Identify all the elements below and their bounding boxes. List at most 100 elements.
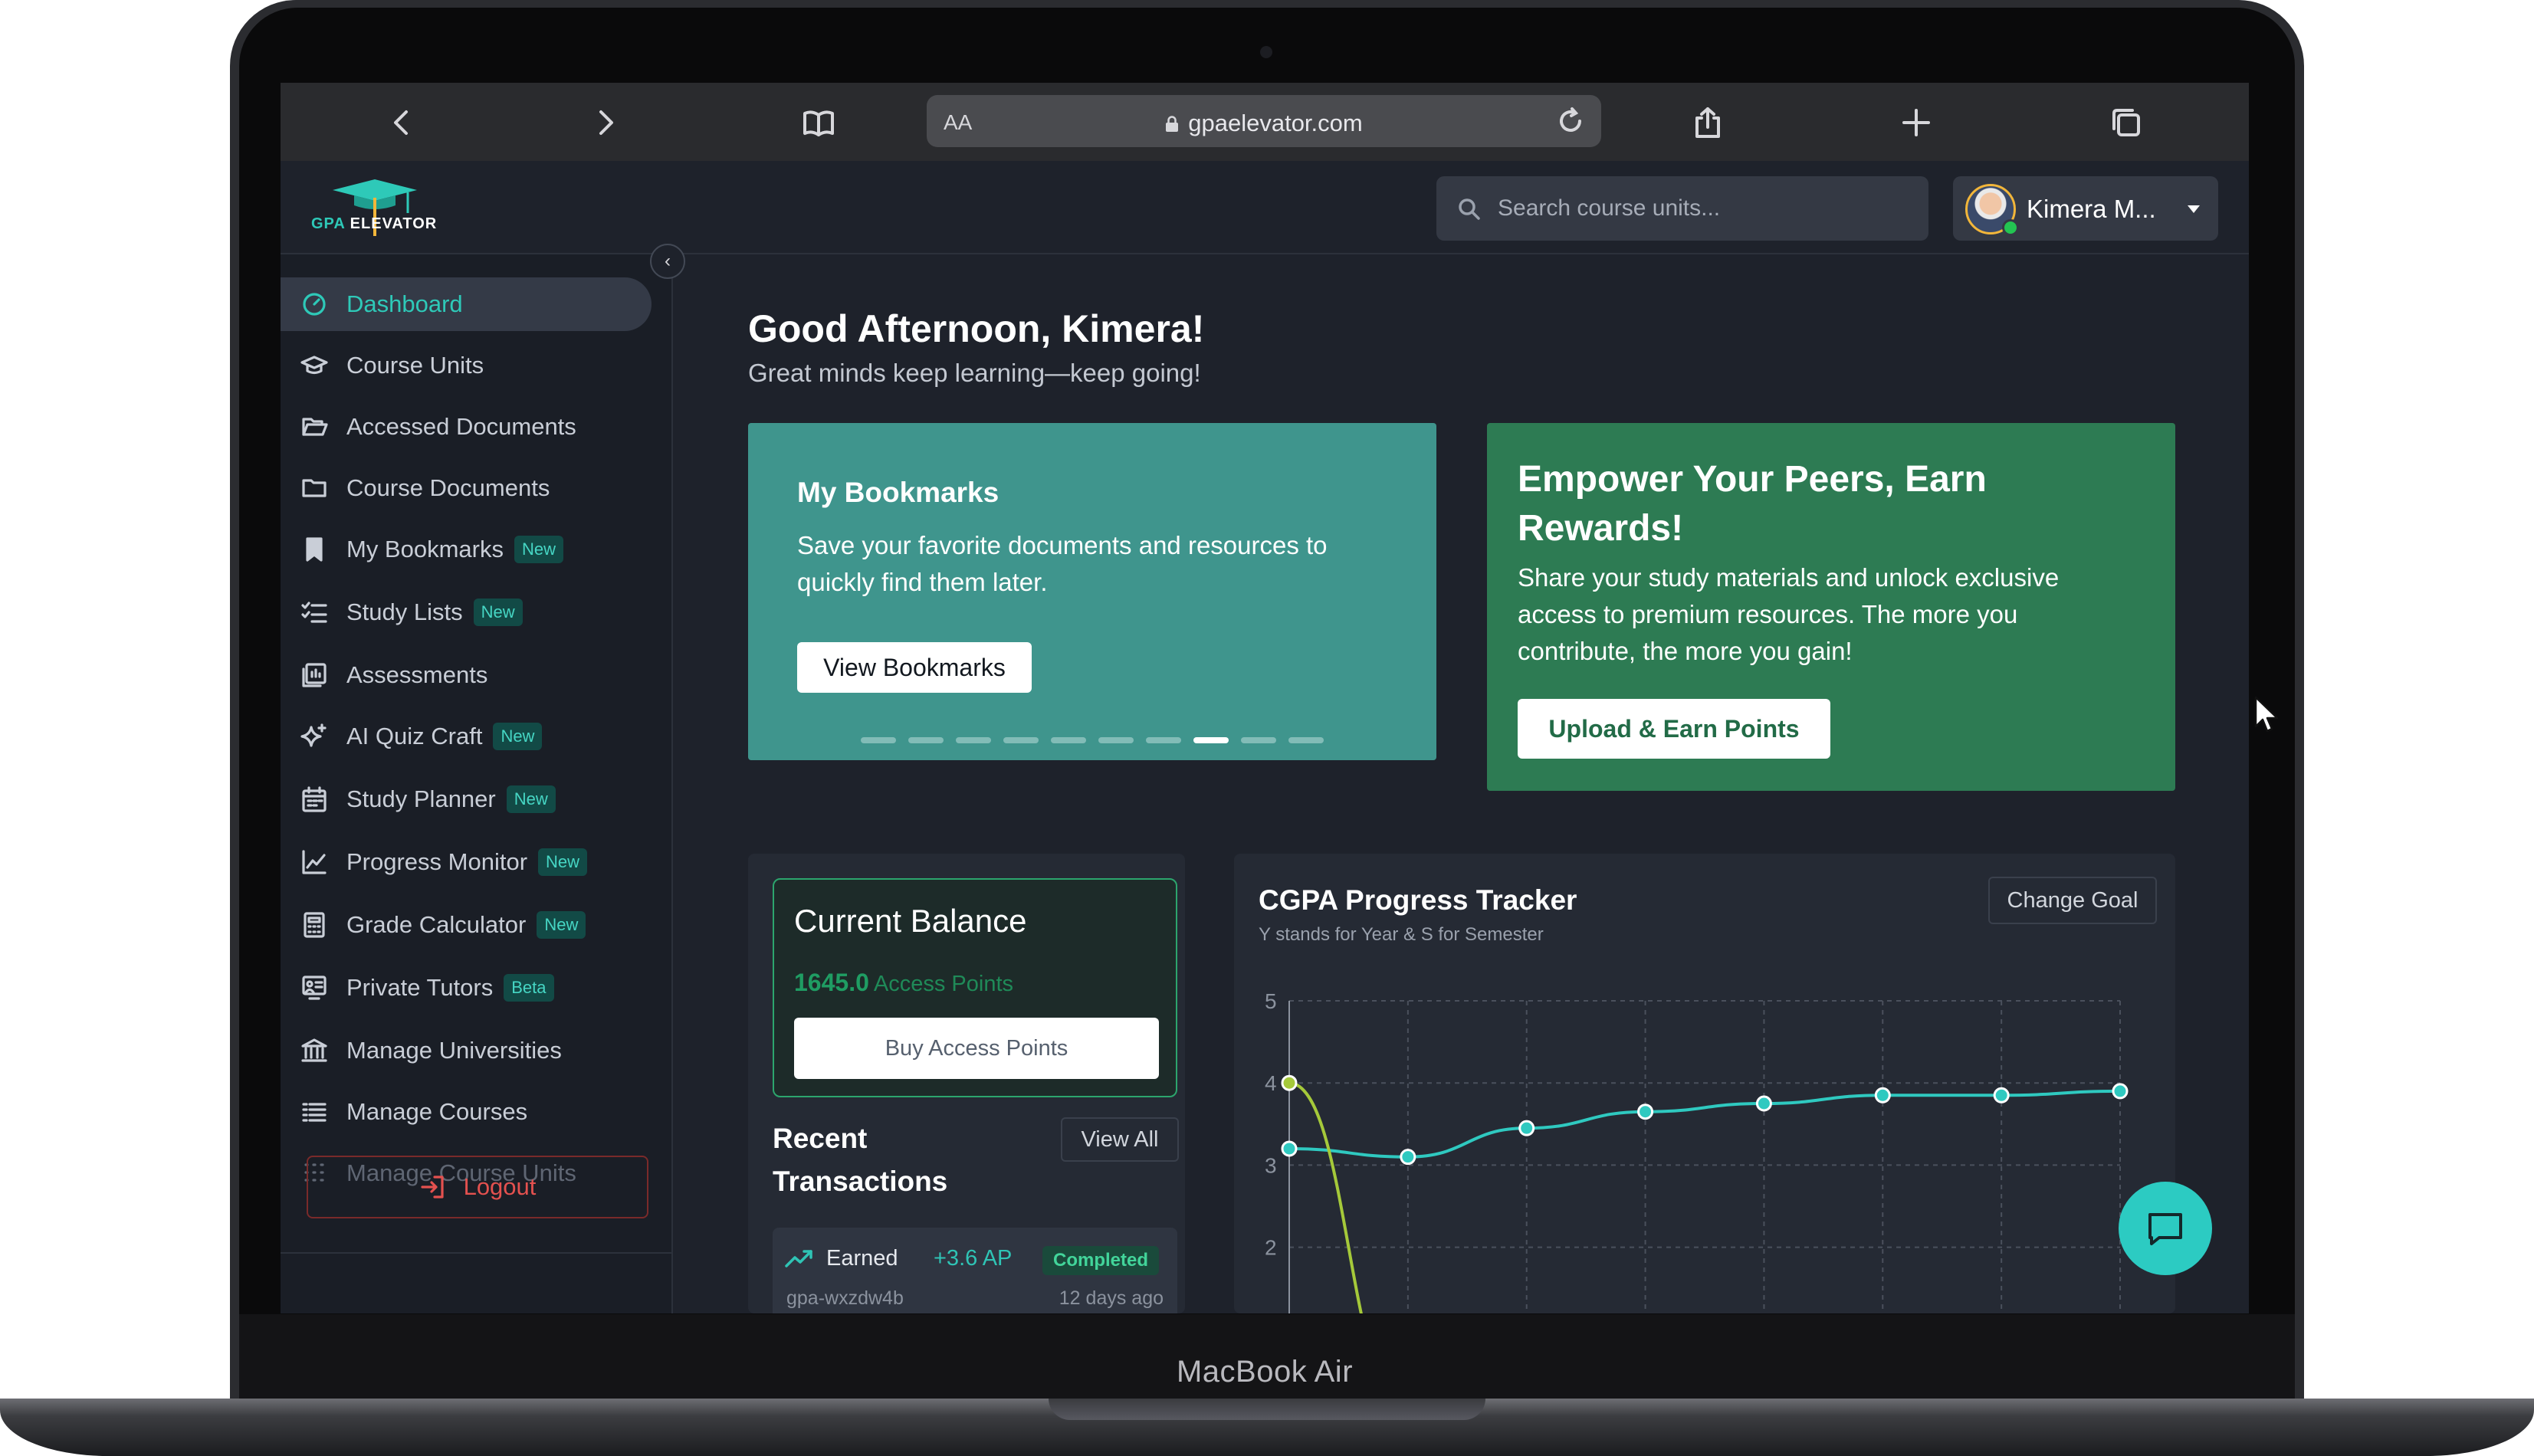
data-point [1281, 1140, 1298, 1157]
carousel-dot[interactable] [1051, 737, 1086, 743]
reload-icon [1560, 107, 1581, 132]
carousel-dot[interactable] [908, 737, 944, 743]
sidebar-item-manage-courses[interactable]: Manage Courses [281, 1085, 652, 1139]
url-text: gpaelevator.com [1188, 110, 1363, 136]
current-balance-card: Current Balance 1645.0 Access Points Buy … [773, 878, 1177, 1097]
tabs-icon [2112, 109, 2140, 136]
transaction-amount: +3.6 AP [934, 1246, 1013, 1271]
transaction-type: Earned [826, 1246, 898, 1271]
plus-icon [1902, 109, 1930, 136]
sidebar-item-ai-quiz-craft[interactable]: AI Quiz Craft New [281, 710, 652, 763]
device-label: MacBook Air [1176, 1355, 1354, 1389]
sparkles-icon [300, 723, 328, 750]
balance-unit: Access Points [873, 972, 1014, 996]
logout-button[interactable]: Logout [307, 1156, 648, 1218]
checklist-icon [300, 598, 328, 626]
view-all-transactions-button[interactable]: View All [1061, 1117, 1179, 1162]
logo-wordmark[interactable]: GPA ELEVATOR [311, 215, 437, 233]
carousel-dot[interactable] [1146, 737, 1181, 743]
caret-down-icon [2188, 205, 2200, 213]
carousel-dot[interactable] [861, 737, 896, 743]
sidebar-item-label: Manage Universities [346, 1037, 562, 1064]
camera [1260, 46, 1272, 58]
user-menu-button[interactable]: Kimera M... [1953, 176, 2218, 241]
chevron-left-icon [394, 110, 408, 135]
search-icon [1459, 198, 1480, 220]
reload-button[interactable] [1555, 106, 1586, 136]
share-icon [1695, 107, 1720, 138]
back-button[interactable] [379, 100, 425, 146]
sidebar-item-label: My Bookmarks [346, 536, 504, 562]
sidebar-item-course-documents[interactable]: Course Documents [281, 461, 652, 515]
search-input[interactable] [1498, 176, 1912, 241]
sidebar-item-grade-calculator[interactable]: Grade Calculator New [281, 898, 652, 952]
assessment-icon [300, 661, 328, 689]
new-badge: New [538, 848, 588, 876]
cgpa-progress-panel: 12345 CGPA Progress Tracker Y stands for… [1234, 854, 2175, 1313]
carousel-indicators [748, 737, 1436, 743]
sidebar-item-manage-universities[interactable]: Manage Universities [281, 1024, 652, 1077]
transaction-item[interactable]: Earned +3.6 AP Completed gpa-wxzdw4b 12 … [773, 1228, 1177, 1313]
sidebar-item-label: Study Lists [346, 598, 463, 625]
collapse-sidebar-button[interactable]: ‹ [650, 244, 685, 279]
new-badge: New [514, 536, 563, 563]
tabs-button[interactable] [2103, 100, 2149, 146]
chevron-left-icon: ‹ [665, 251, 671, 271]
graduation-cap-icon [300, 352, 328, 379]
bookmarks-card-title: My Bookmarks [797, 477, 999, 508]
sidebar-item-label: Dashboard [346, 290, 463, 317]
new-badge: New [473, 598, 523, 626]
balance-title: Current Balance [794, 903, 1027, 939]
calendar-icon [300, 785, 328, 813]
url-display: gpaelevator.com [927, 110, 1601, 137]
sidebar-item-assessments[interactable]: Assessments [281, 648, 652, 702]
forward-button[interactable] [583, 100, 629, 146]
buy-access-points-button[interactable]: Buy Access Points [794, 1018, 1159, 1079]
sidebar-item-dashboard[interactable]: Dashboard [281, 277, 652, 331]
sidebar-item-course-units[interactable]: Course Units [281, 339, 652, 392]
sidebar-item-private-tutors[interactable]: Private Tutors Beta [281, 961, 652, 1015]
chat-icon [2148, 1213, 2182, 1245]
user-name: Kimera M... [2027, 195, 2156, 223]
sidebar-item-label: Private Tutors [346, 974, 494, 1001]
sidebar-item-label: Assessments [346, 661, 488, 688]
view-bookmarks-button[interactable]: View Bookmarks [797, 642, 1032, 693]
folder-icon [300, 474, 328, 502]
series-line [1288, 1089, 2121, 1159]
upload-earn-points-button[interactable]: Upload & Earn Points [1518, 699, 1830, 759]
sidebar-item-study-lists[interactable]: Study Lists New [281, 585, 652, 639]
carousel-dot[interactable] [956, 737, 991, 743]
screen: AA gpaelevator.com GPA ELEVATOR Search c… [281, 83, 2249, 1313]
chevron-right-icon [599, 110, 613, 135]
share-button[interactable] [1685, 100, 1731, 146]
change-goal-button[interactable]: Change Goal [1988, 877, 2157, 924]
sidebar-item-study-planner[interactable]: Study Planner New [281, 772, 652, 826]
sidebar-item-progress-monitor[interactable]: Progress Monitor New [281, 835, 652, 889]
logout-icon [420, 1176, 444, 1199]
carousel-dot[interactable] [1193, 737, 1229, 743]
calculator-icon [300, 911, 328, 939]
bookmarks-card-text: Save your favorite documents and resourc… [797, 531, 1328, 596]
sidebar-item-label: Accessed Documents [346, 413, 576, 440]
sidebar-item-accessed-documents[interactable]: Accessed Documents [281, 400, 652, 454]
y-tick-label: 4 [1265, 1071, 1277, 1095]
address-bar[interactable]: AA gpaelevator.com [927, 95, 1601, 147]
chat-button[interactable] [2119, 1182, 2212, 1275]
list-icon [300, 1098, 328, 1126]
trending-up-icon [785, 1250, 812, 1267]
sidebar-item-label: Progress Monitor [346, 848, 528, 875]
cgpa-title: CGPA Progress Tracker [1259, 884, 1577, 916]
sidebar-item-my-bookmarks[interactable]: My Bookmarks New [281, 523, 652, 576]
logout-label: Logout [463, 1173, 537, 1200]
sidebar-item-label: Course Documents [346, 474, 550, 501]
transaction-id: gpa-wxzdw4b [786, 1287, 904, 1309]
carousel-dot[interactable] [1288, 737, 1324, 743]
balance-value: 1645.0 [794, 969, 869, 996]
reading-list-button[interactable] [796, 100, 842, 146]
carousel-dot[interactable] [1003, 737, 1039, 743]
carousel-dot[interactable] [1098, 737, 1134, 743]
new-badge: New [493, 723, 543, 750]
cgpa-subtitle: Y stands for Year & S for Semester [1259, 924, 1544, 945]
new-tab-button[interactable] [1893, 100, 1939, 146]
carousel-dot[interactable] [1241, 737, 1276, 743]
